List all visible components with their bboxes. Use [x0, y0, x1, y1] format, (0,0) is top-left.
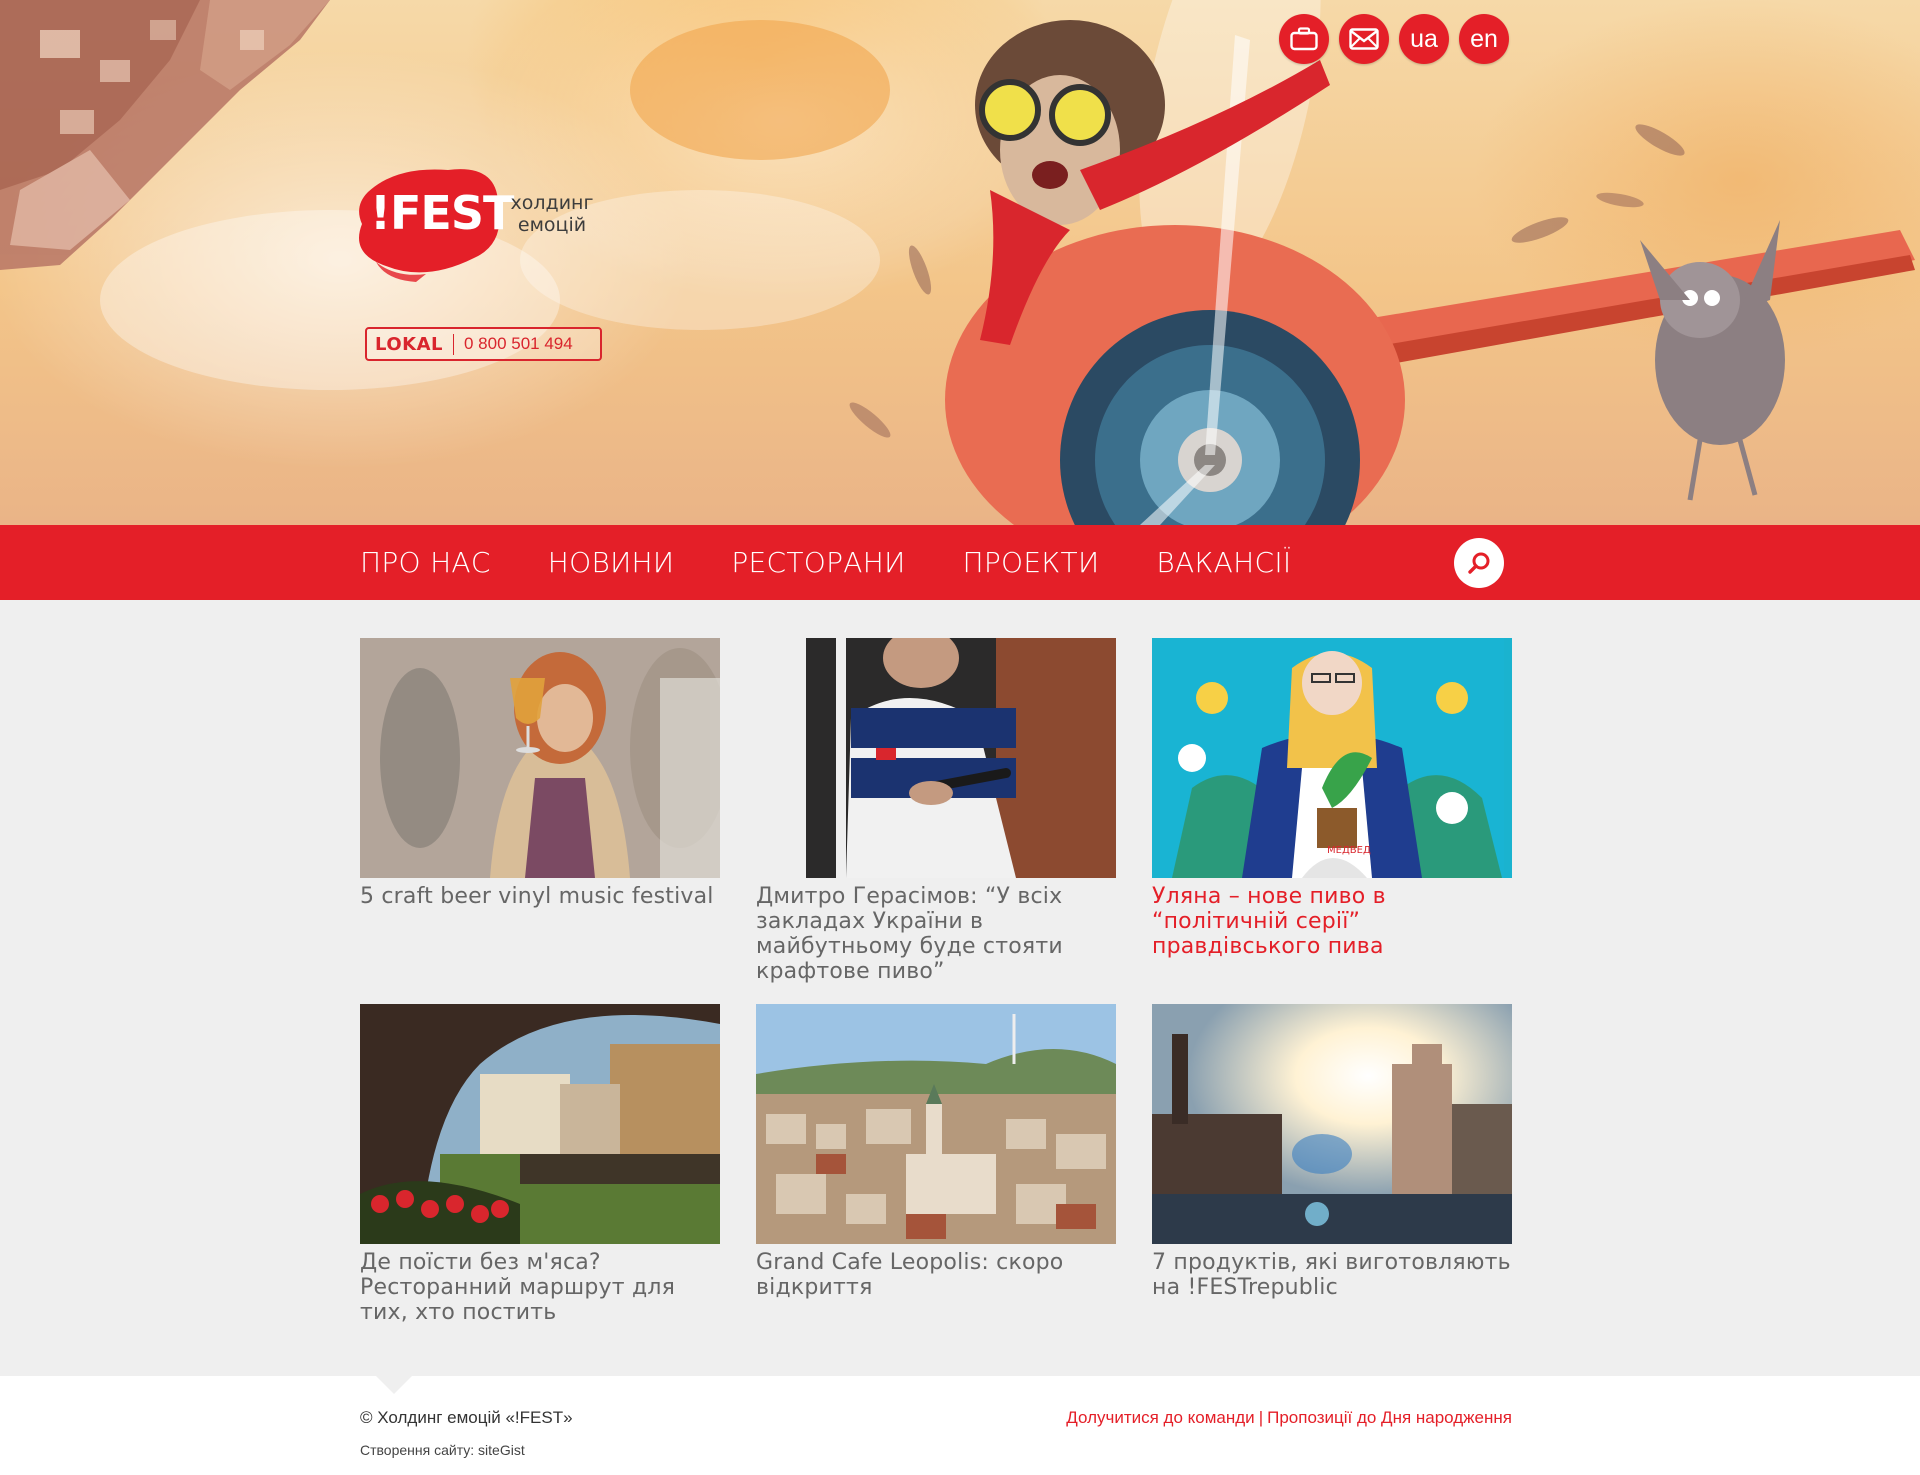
logo-tagline-line2: емоцій [517, 214, 587, 236]
article-thumbnail-ulyana-beer[interactable]: МЕДВЕД [1152, 638, 1512, 878]
footer-copyright: © Холдинг емоцій «!FEST» [360, 1408, 573, 1427]
lokal-brand-label: LOKAL [375, 333, 454, 355]
logo-fest-text: !FEST [370, 186, 514, 240]
footer-made-by[interactable]: Створення сайту: siteGist [360, 1442, 525, 1458]
svg-text:МЕДВЕД: МЕДВЕД [1327, 845, 1371, 856]
footer [0, 1376, 1920, 1475]
article-title[interactable]: Дмитро Герасімов: “У всіх закладах Украї… [756, 884, 1116, 984]
article-thumbnail-festrepublic[interactable] [1152, 1004, 1512, 1244]
article-title[interactable]: Де поїсти без м'яса? Ресторанний маршрут… [360, 1250, 720, 1325]
nav-item-projects[interactable]: ПРОЕКТИ [963, 546, 1100, 579]
nav-item-restaurants[interactable]: РЕСТОРАНИ [731, 546, 905, 579]
briefcase-icon[interactable] [1279, 14, 1329, 64]
logo-tagline: холдинг емоцій [496, 192, 608, 236]
footer-link-separator: | [1258, 1408, 1264, 1427]
footer-links: Долучитися до команди | Пропозиції до Дня … [1066, 1408, 1512, 1428]
article-card[interactable]: МЕДВЕД Уляна – нове пиво в “політичній с… [1152, 638, 1512, 959]
footer-link-join-team[interactable]: Долучитися до команди [1066, 1408, 1254, 1427]
search-button[interactable] [1454, 538, 1504, 588]
nav-item-about[interactable]: ПРО НАС [360, 546, 491, 579]
article-thumbnail-beer-festival[interactable] [360, 638, 720, 878]
lokal-hotline-badge[interactable]: LOKAL 0 800 501 494 [365, 327, 602, 361]
article-card[interactable]: Де поїсти без м'яса? Ресторанний маршрут… [360, 1004, 720, 1325]
article-card[interactable]: 7 продуктів, які виготовляють на !FESTre… [1152, 1004, 1512, 1300]
footer-notch [376, 1376, 412, 1394]
article-title[interactable]: 7 продуктів, які виготовляють на !FESTre… [1152, 1250, 1512, 1300]
footer-link-birthday[interactable]: Пропозиції до Дня народження [1267, 1408, 1512, 1427]
article-thumbnail-gerasimov[interactable] [756, 638, 1116, 878]
language-en-button[interactable]: en [1459, 14, 1509, 64]
nav-item-vacancies[interactable]: ВАКАНСІЇ [1156, 546, 1291, 579]
nav-items: ПРО НАС НОВИНИ РЕСТОРАНИ ПРОЕКТИ ВАКАНСІ… [360, 525, 1348, 600]
nav-item-news[interactable]: НОВИНИ [548, 546, 675, 579]
hero-banner: !FEST холдинг емоцій LOKAL 0 800 501 494… [0, 0, 1920, 525]
top-icon-bar: ua en [1279, 14, 1509, 64]
hero-illustration [0, 0, 1915, 525]
article-card[interactable]: Дмитро Герасімов: “У всіх закладах Украї… [756, 638, 1116, 984]
lokal-phone-number: 0 800 501 494 [463, 334, 573, 353]
logo-tagline-line1: холдинг [510, 192, 594, 214]
article-title[interactable]: Grand Cafe Leopolis: скоро відкриття [756, 1250, 1116, 1300]
main-navigation: ПРО НАС НОВИНИ РЕСТОРАНИ ПРОЕКТИ ВАКАНСІ… [0, 525, 1920, 600]
article-card[interactable]: 5 craft beer vinyl music festival [360, 638, 720, 909]
article-card[interactable]: Grand Cafe Leopolis: скоро відкриття [756, 1004, 1116, 1300]
briefcase-icon-glyph [1290, 27, 1318, 51]
article-title[interactable]: Уляна – нове пиво в “політичній серії” п… [1152, 884, 1512, 959]
fest-logo[interactable]: !FEST холдинг емоцій [356, 162, 616, 282]
article-thumbnail-lviv-square[interactable] [360, 1004, 720, 1244]
search-icon [1468, 552, 1490, 574]
article-title[interactable]: 5 craft beer vinyl music festival [360, 884, 720, 909]
envelope-icon[interactable] [1339, 14, 1389, 64]
envelope-icon-glyph [1349, 28, 1379, 50]
language-ua-button[interactable]: ua [1399, 14, 1449, 64]
article-thumbnail-grand-cafe-leopolis[interactable] [756, 1004, 1116, 1244]
